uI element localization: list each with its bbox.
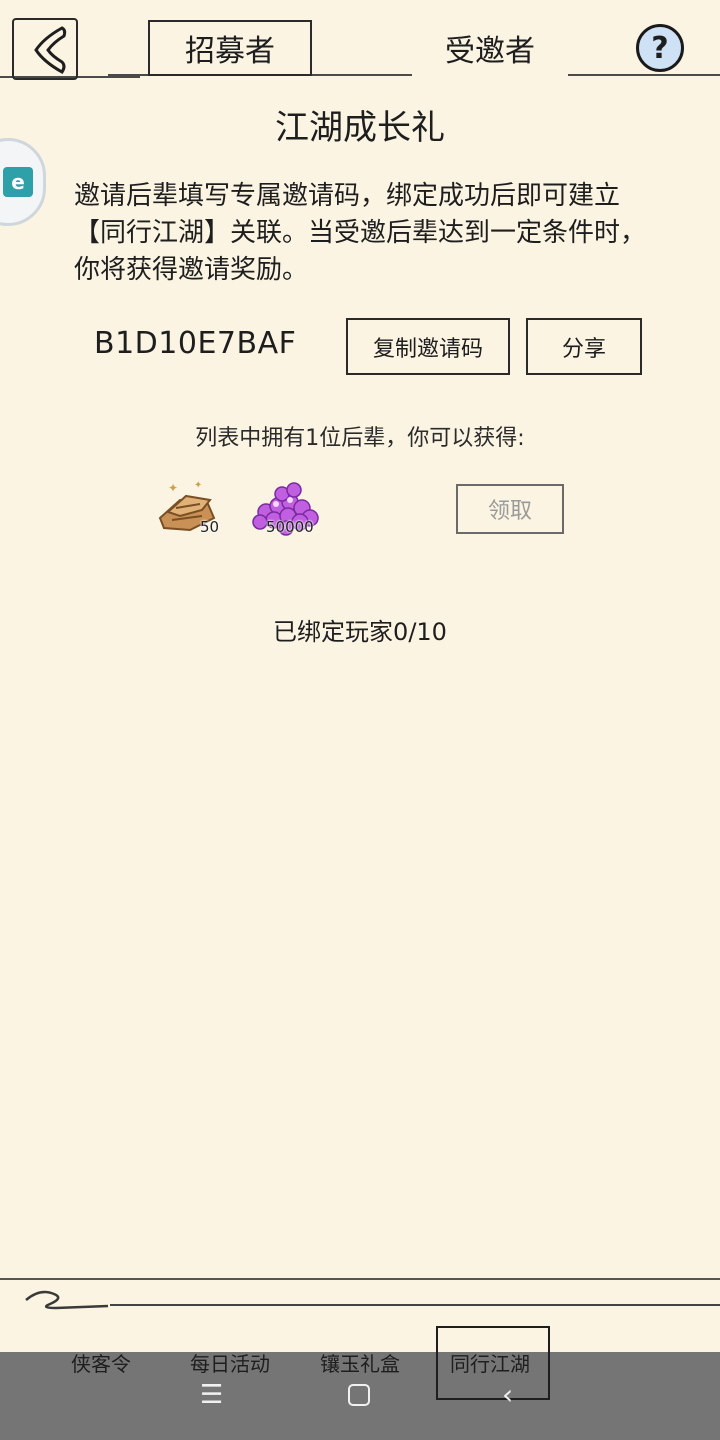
- reward-count: 50000: [266, 518, 314, 536]
- event-icon: e: [3, 167, 33, 197]
- svg-text:✦: ✦: [194, 480, 202, 491]
- reward-count: 50: [200, 518, 220, 536]
- back-arrow-icon: [34, 26, 67, 74]
- claim-button[interactable]: 领取: [456, 484, 564, 534]
- tab-recruiter[interactable]: 招募者: [148, 20, 312, 76]
- reward-item: 50000: [244, 476, 326, 540]
- invite-code: B1D10E7BAF: [94, 326, 297, 361]
- svg-text:✦: ✦: [168, 481, 178, 495]
- tab-invitee[interactable]: 受邀者: [412, 20, 568, 76]
- footer-divider-top: [0, 1278, 720, 1280]
- invite-description: 邀请后辈填写专属邀请码，绑定成功后即可建立【同行江湖】关联。当受邀后辈达到一定条…: [74, 181, 647, 285]
- help-icon[interactable]: ?: [636, 24, 684, 72]
- page-title: 江湖成长礼: [275, 108, 445, 148]
- bound-players-count: 已绑定玩家0/10: [273, 618, 447, 646]
- bottom-tab-daily-activity[interactable]: 每日活动: [190, 1348, 270, 1377]
- footer-divider: [110, 1304, 720, 1306]
- bottom-tab-xiakeling[interactable]: 侠客令: [71, 1348, 131, 1377]
- footer-swirl-icon: [25, 1290, 109, 1310]
- share-button[interactable]: 分享: [526, 318, 642, 375]
- system-back-icon[interactable]: ‹: [502, 1378, 513, 1411]
- menu-icon[interactable]: ☰: [200, 1380, 223, 1410]
- back-button[interactable]: [12, 18, 78, 80]
- bottom-tab-tongxing-jianghu[interactable]: 同行江湖: [450, 1348, 530, 1377]
- side-event-badge[interactable]: e: [0, 138, 46, 226]
- copy-invite-code-button[interactable]: 复制邀请码: [346, 318, 510, 375]
- home-icon[interactable]: [348, 1384, 370, 1406]
- reward-list-note: 列表中拥有1位后辈，你可以获得:: [195, 426, 525, 451]
- bottom-tab-jade-gift-box[interactable]: 镶玉礼盒: [320, 1348, 400, 1377]
- reward-item: ✦ ✦ 50: [150, 478, 228, 538]
